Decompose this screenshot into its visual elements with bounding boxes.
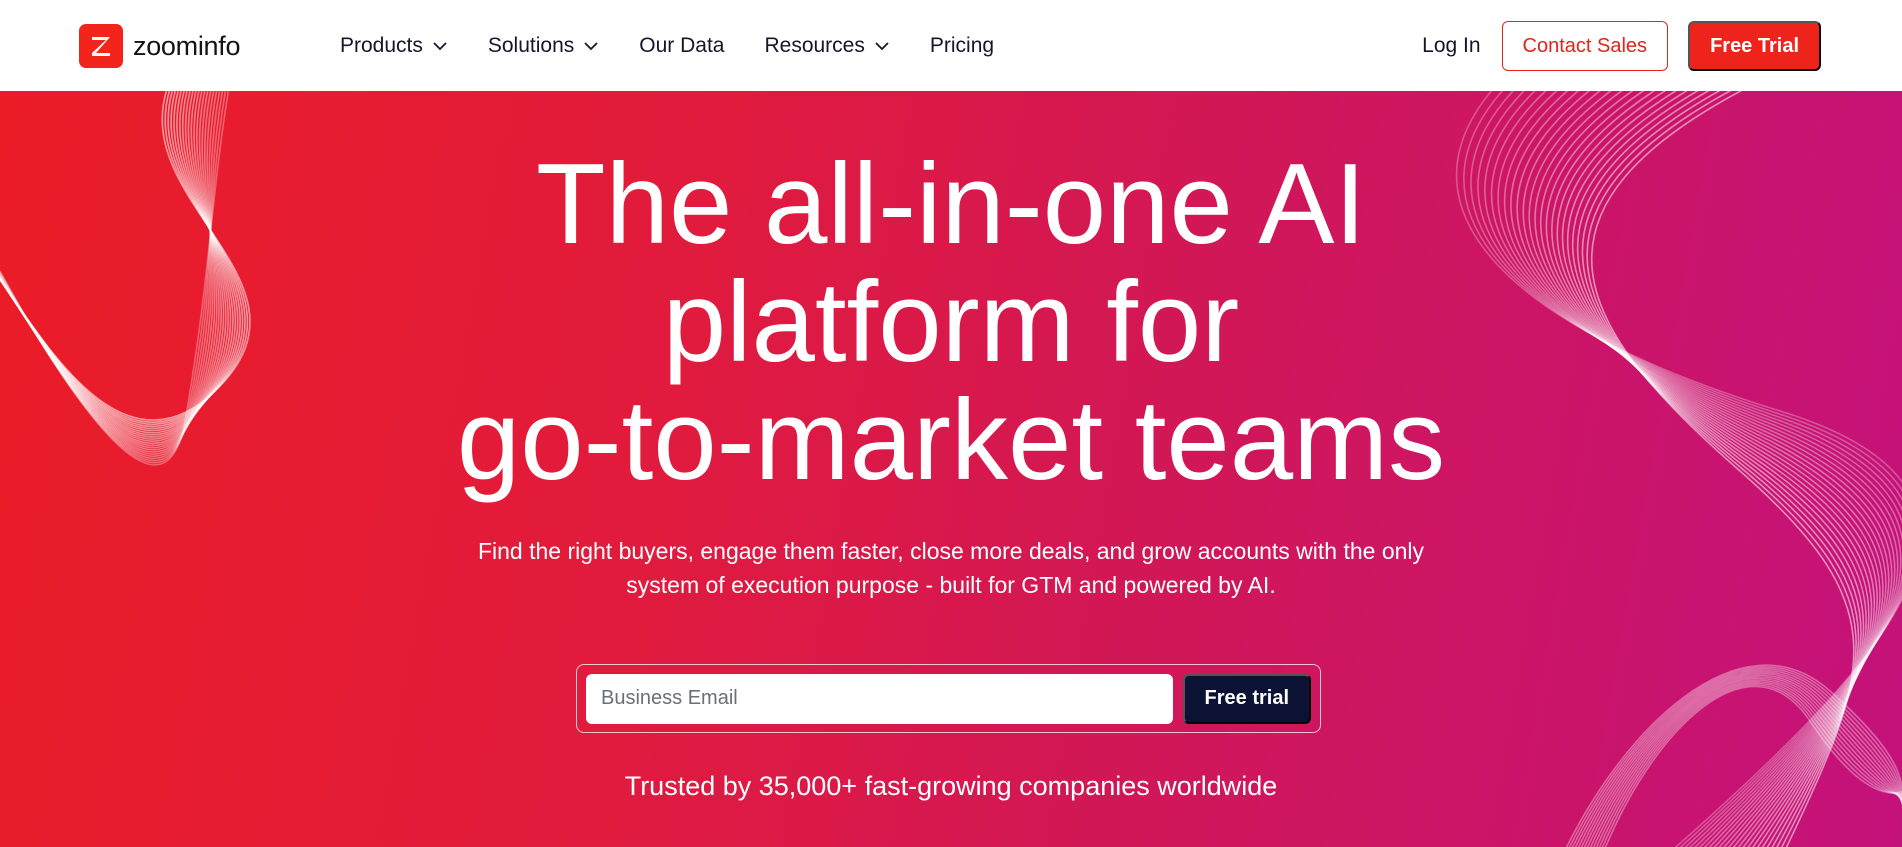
- hero-subtitle: Find the right buyers, engage them faste…: [451, 534, 1451, 602]
- chevron-down-icon: [433, 42, 447, 51]
- hero-section: The all-in-one AI platform for go-to-mar…: [0, 91, 1902, 847]
- chevron-down-icon: [584, 42, 598, 51]
- nav-item-our-data[interactable]: Our Data: [639, 28, 724, 64]
- top-navigation: zoominfo Products Solutions Our Data Res…: [0, 0, 1902, 91]
- nav-item-products[interactable]: Products: [340, 28, 448, 64]
- business-email-input[interactable]: [586, 673, 1173, 724]
- trusted-by-text: Trusted by 35,000+ fast-growing companie…: [624, 771, 1278, 801]
- free-trial-button[interactable]: Free Trial: [1688, 21, 1821, 71]
- nav-actions: Log In Contact Sales Free Trial: [1422, 21, 1821, 71]
- subtitle-line: Find the right buyers, engage them faste…: [477, 538, 1425, 564]
- nav-item-pricing[interactable]: Pricing: [930, 28, 994, 64]
- nav-item-label: Solutions: [487, 34, 575, 57]
- nav-item-resources[interactable]: Resources: [764, 28, 889, 64]
- nav-item-label: Resources: [764, 34, 865, 57]
- nav-item-label: Products: [340, 34, 423, 57]
- zoominfo-logo-icon: [79, 24, 123, 68]
- email-signup-form: Free trial: [576, 664, 1321, 733]
- contact-sales-button[interactable]: Contact Sales: [1501, 21, 1669, 71]
- main-menu: Products Solutions Our Data Resources Pr…: [340, 28, 1034, 64]
- headline-line: platform for: [662, 259, 1240, 386]
- logo-text: zoominfo: [133, 30, 241, 61]
- zoominfo-logo[interactable]: zoominfo: [79, 24, 240, 68]
- subtitle-line: system of execution purpose - built for …: [626, 572, 1276, 598]
- nav-item-label: Our Data: [639, 34, 725, 57]
- chevron-down-icon: [875, 42, 889, 51]
- hero-headline: The all-in-one AI platform for go-to-mar…: [0, 146, 1902, 500]
- headline-line: The all-in-one AI: [535, 141, 1367, 268]
- nav-item-solutions[interactable]: Solutions: [488, 28, 599, 64]
- headline-line: go-to-market teams: [456, 377, 1446, 504]
- login-link[interactable]: Log In: [1422, 34, 1480, 58]
- free-trial-submit-button[interactable]: Free trial: [1182, 673, 1311, 724]
- nav-item-label: Pricing: [929, 34, 995, 57]
